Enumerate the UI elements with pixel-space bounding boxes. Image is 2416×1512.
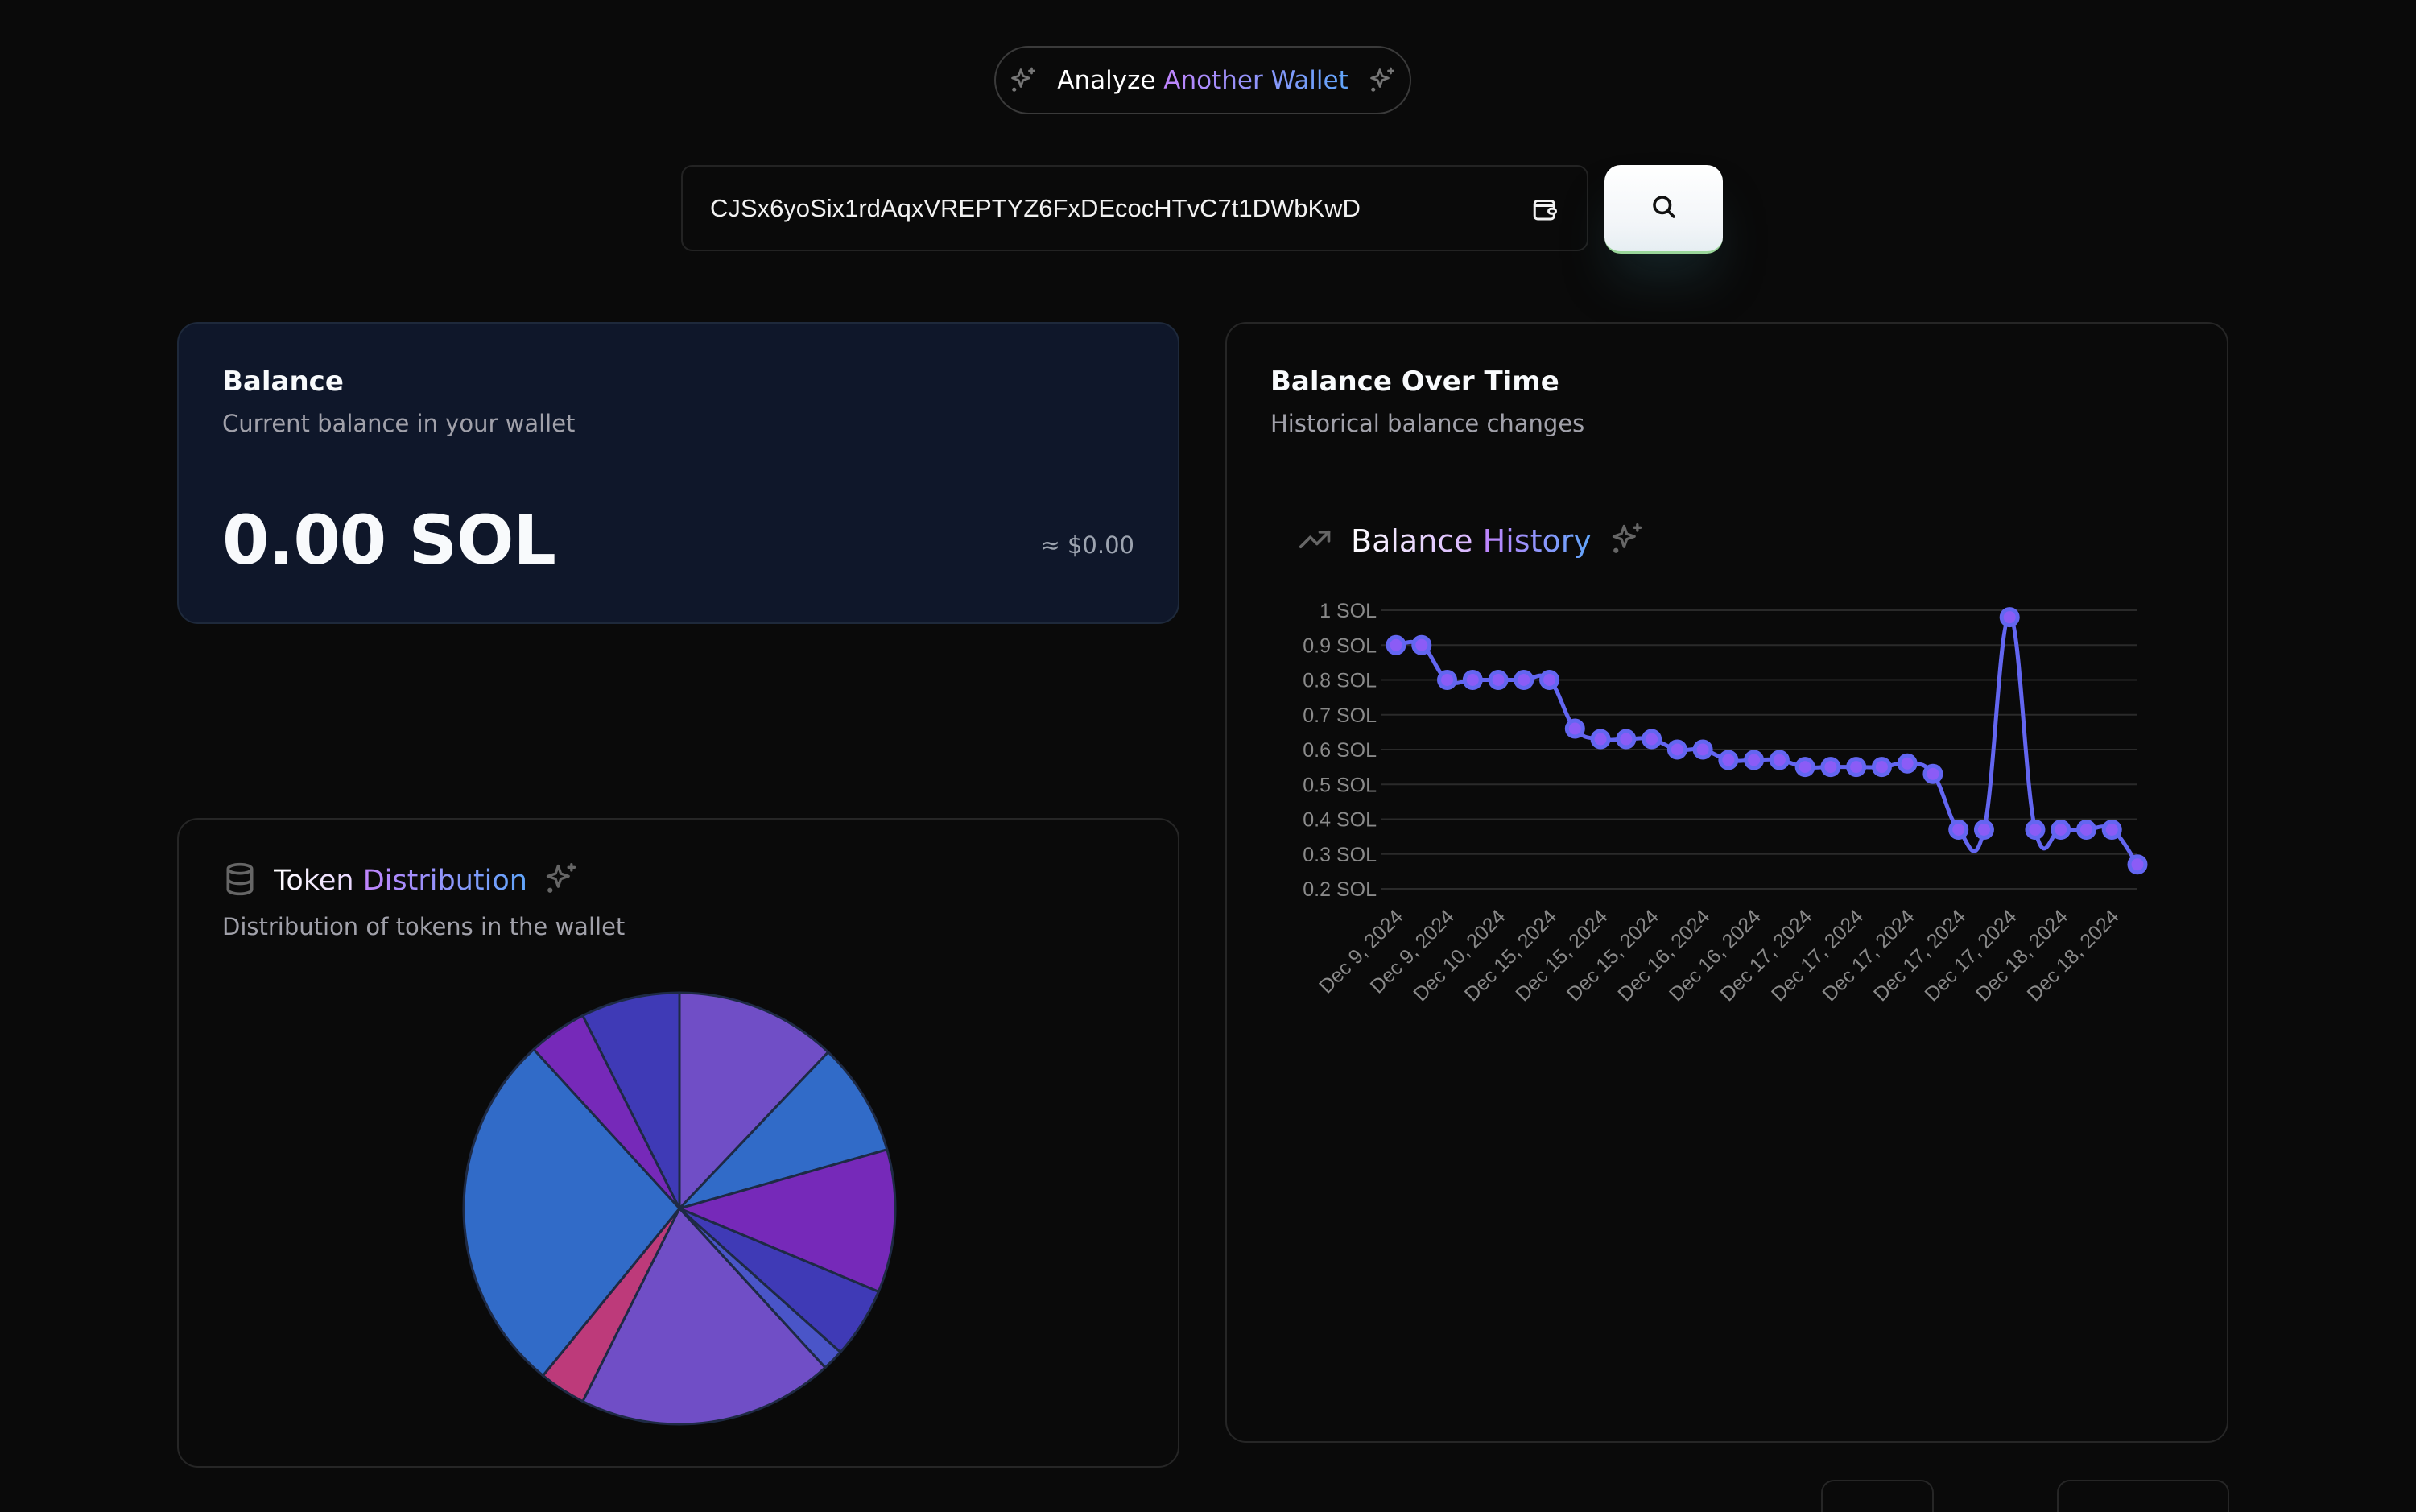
data-point[interactable]	[1616, 729, 1637, 750]
data-point[interactable]	[1948, 819, 1969, 840]
data-point[interactable]	[2025, 819, 2046, 840]
data-point[interactable]	[2101, 819, 2122, 840]
data-point[interactable]	[1692, 739, 1713, 760]
data-point[interactable]	[1871, 757, 1892, 778]
data-point[interactable]	[1539, 670, 1560, 690]
data-point[interactable]	[2075, 819, 2096, 840]
y-tick-label: 0.2 SOL	[1303, 878, 1377, 901]
data-point[interactable]	[1411, 634, 1432, 655]
data-point[interactable]	[1514, 670, 1534, 690]
data-point[interactable]	[1564, 718, 1585, 739]
data-point[interactable]	[1973, 819, 1994, 840]
y-tick-label: 0.9 SOL	[1303, 634, 1377, 657]
y-tick-label: 1 SOL	[1320, 600, 1377, 622]
data-point[interactable]	[1769, 750, 1790, 770]
data-point[interactable]	[1897, 753, 1918, 774]
data-point[interactable]	[1999, 607, 2020, 628]
token-distribution-pie	[462, 991, 897, 1426]
y-tick-label: 0.4 SOL	[1303, 809, 1377, 832]
y-tick-label: 0.8 SOL	[1303, 670, 1377, 692]
data-point[interactable]	[1462, 670, 1483, 690]
data-point[interactable]	[1437, 670, 1458, 690]
partial-element	[2057, 1480, 2229, 1512]
data-point[interactable]	[1590, 729, 1611, 750]
data-point[interactable]	[1386, 634, 1406, 655]
data-point[interactable]	[1846, 757, 1867, 778]
token-distribution-card: Token Distribution Distribution of token…	[177, 818, 1179, 1468]
data-point[interactable]	[1794, 757, 1815, 778]
data-point[interactable]	[2051, 819, 2071, 840]
data-point[interactable]	[1642, 729, 1662, 750]
data-point[interactable]	[1488, 670, 1509, 690]
y-tick-label: 0.6 SOL	[1303, 739, 1377, 762]
data-point[interactable]	[2127, 854, 2148, 875]
y-tick-label: 0.5 SOL	[1303, 774, 1377, 796]
partial-element	[1821, 1480, 1934, 1512]
y-tick-label: 0.3 SOL	[1303, 844, 1377, 866]
data-point[interactable]	[1820, 757, 1841, 778]
data-point[interactable]	[1744, 750, 1765, 770]
data-point[interactable]	[1922, 763, 1943, 784]
data-point[interactable]	[1666, 739, 1687, 760]
data-point[interactable]	[1718, 750, 1739, 770]
y-tick-label: 0.7 SOL	[1303, 704, 1377, 727]
